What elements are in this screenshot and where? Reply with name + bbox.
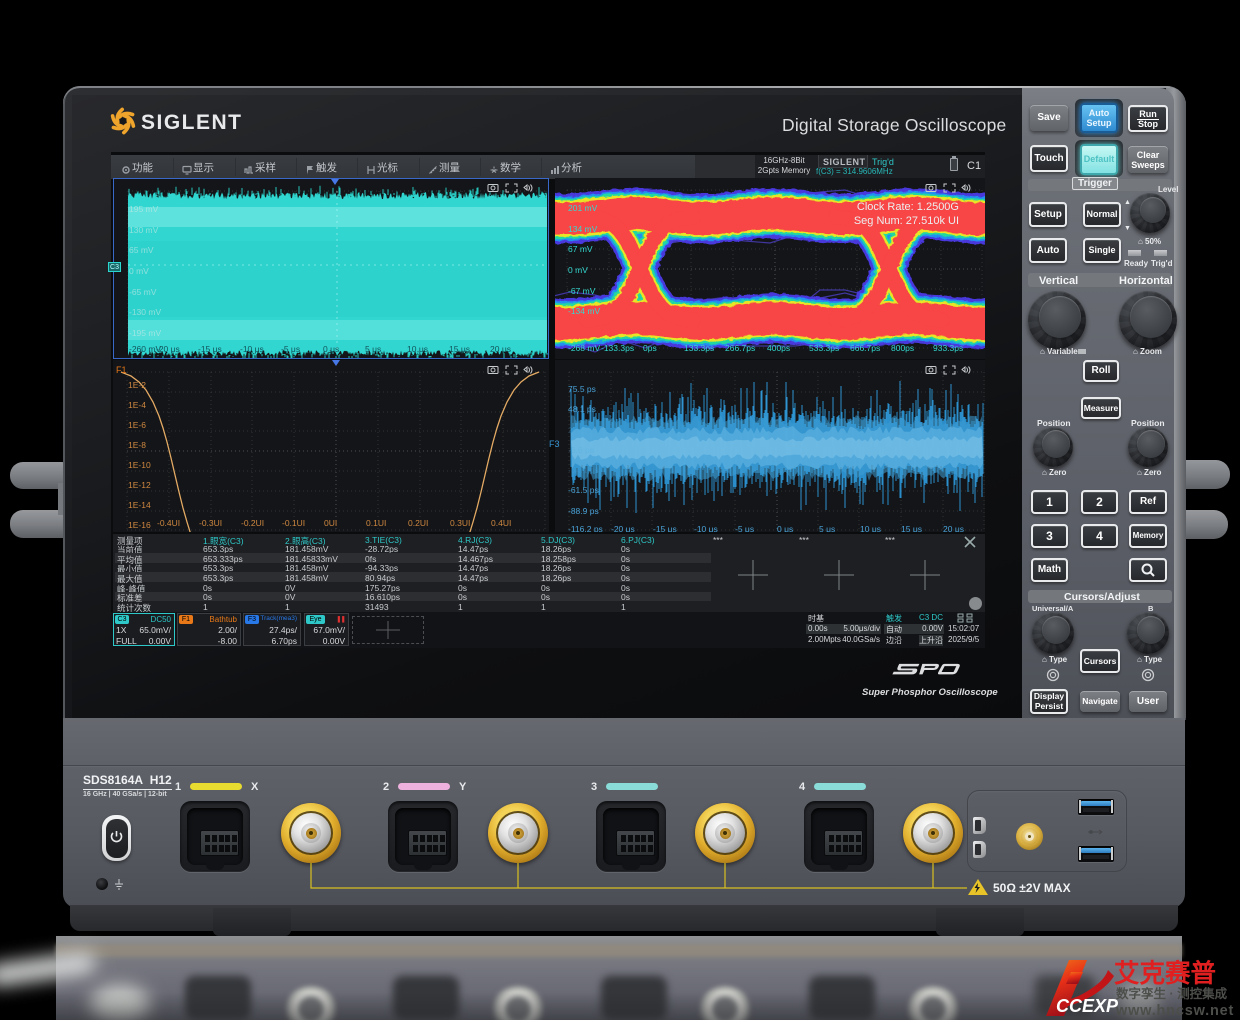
svg-text:CCEXP: CCEXP [1056, 996, 1119, 1016]
svg-text:Super Phosphor Oscilloscope: Super Phosphor Oscilloscope [862, 687, 998, 698]
svg-text:www.hncsw.net: www.hncsw.net [1115, 1003, 1234, 1019]
svg-text:艾克赛普: 艾克赛普 [1114, 959, 1216, 988]
svg-text:数字孪生 · 测控集成: 数字孪生 · 测控集成 [1115, 986, 1228, 1001]
